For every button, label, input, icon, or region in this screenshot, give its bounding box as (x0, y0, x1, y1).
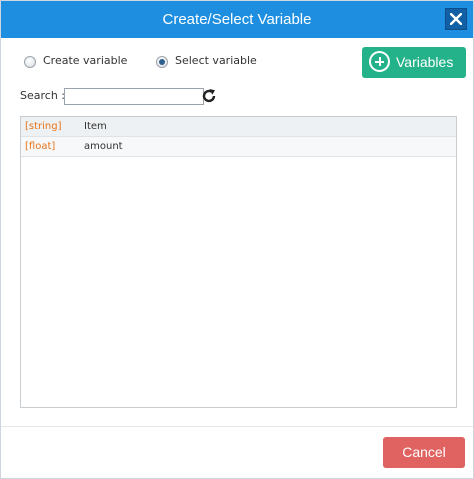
create-select-variable-dialog: Create/Select Variable Create variable S… (0, 0, 474, 479)
variable-type: [float] (25, 141, 56, 152)
refresh-icon[interactable] (201, 88, 217, 104)
create-variable-label[interactable]: Create variable (43, 54, 127, 67)
variable-name: amount (84, 141, 123, 152)
dialog-title: Create/Select Variable (162, 11, 312, 28)
list-item[interactable]: [float] amount (21, 137, 456, 157)
search-label: Search : (20, 89, 65, 102)
dialog-titlebar: Create/Select Variable (1, 1, 473, 38)
cancel-button[interactable]: Cancel (383, 437, 465, 468)
close-button[interactable] (445, 8, 467, 30)
variables-list: [string] Item [float] amount (20, 116, 457, 408)
select-variable-label[interactable]: Select variable (175, 54, 257, 67)
create-variable-radio[interactable] (24, 56, 36, 68)
variable-name: Item (84, 121, 107, 132)
select-variable-radio[interactable] (156, 56, 168, 68)
plus-circle-icon (369, 51, 390, 72)
close-icon (450, 13, 462, 25)
footer-divider (1, 426, 473, 427)
variable-type: [string] (25, 121, 62, 132)
add-variables-button[interactable]: Variables (362, 47, 466, 78)
list-item[interactable]: [string] Item (21, 117, 456, 137)
add-variables-label: Variables (396, 54, 454, 70)
search-input[interactable] (64, 88, 204, 105)
